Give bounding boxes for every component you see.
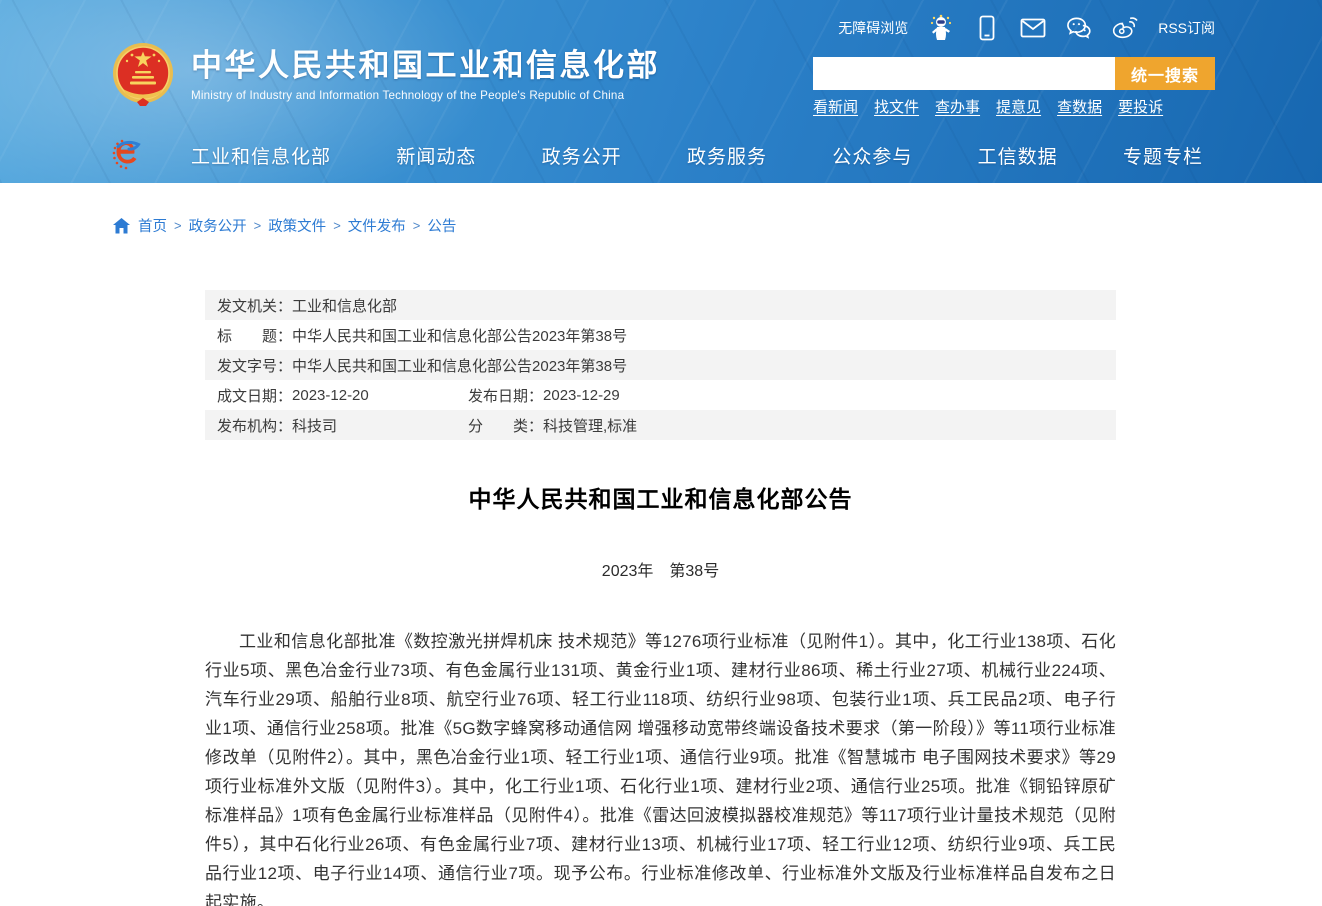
meta-label: 发文机关： [217,295,292,316]
quick-links: 看新闻 找文件 查办事 提意见 查数据 要投诉 [813,96,1163,117]
nav-item-topics[interactable]: 专题专栏 [1123,142,1203,169]
meta-row-issuing-authority: 发文机关： 工业和信息化部 [205,290,1116,320]
document-content: 发文机关： 工业和信息化部 标 题： 中华人民共和国工业和信息化部公告2023年… [205,290,1116,906]
nav-item-miit[interactable]: 工业和信息化部 [191,142,331,169]
wechat-icon[interactable] [1066,15,1092,41]
meta-label: 发布机构： [217,415,292,436]
breadcrumb-policy-files[interactable]: 政策文件 [268,215,326,236]
meta-label: 成文日期： [217,385,292,406]
meta-cell-category: 分 类： 科技管理,标准 [468,415,637,436]
rss-link[interactable]: RSS订阅 [1158,18,1215,38]
meta-value: 中华人民共和国工业和信息化部公告2023年第38号 [292,325,627,346]
meta-cell: 发文字号： 中华人民共和国工业和信息化部公告2023年第38号 [217,355,627,376]
breadcrumb: 首页 > 政务公开 > 政策文件 > 文件发布 > 公告 [113,215,456,236]
meta-value: 2023-12-29 [543,387,620,404]
breadcrumb-home[interactable]: 首页 [138,215,167,236]
meta-row-doc-number: 发文字号： 中华人民共和国工业和信息化部公告2023年第38号 [205,350,1116,380]
search-input[interactable] [813,57,1115,90]
announcement-issue-number: 2023年 第38号 [205,557,1116,581]
breadcrumb-separator: > [413,218,421,233]
search-box: 统一搜索 [813,57,1215,90]
meta-cell-agency: 发布机构： 科技司 [217,415,468,436]
quicklink-services[interactable]: 查办事 [935,96,980,117]
quicklink-feedback[interactable]: 提意见 [996,96,1041,117]
meta-value: 科技司 [292,415,337,436]
quicklink-data[interactable]: 查数据 [1057,96,1102,117]
nav-items: 工业和信息化部 新闻动态 政务公开 政务服务 公众参与 工信数据 专题专栏 [191,142,1211,169]
meta-cell-written-date: 成文日期： 2023-12-20 [217,385,468,406]
meta-label: 标 题： [217,325,292,346]
breadcrumb-current-announcement: 公告 [427,215,456,236]
site-title-en: Ministry of Industry and Information Tec… [191,89,660,102]
weibo-icon[interactable] [1112,15,1138,41]
breadcrumb-separator: > [254,218,262,233]
meta-label: 分 类： [468,415,543,436]
breadcrumb-gov-info[interactable]: 政务公开 [189,215,247,236]
site-brand[interactable]: 中华人民共和国工业和信息化部 Ministry of Industry and … [111,42,660,108]
national-emblem-icon [111,42,175,108]
meta-cell-publish-date: 发布日期： 2023-12-29 [468,385,620,406]
main-nav: 工业和信息化部 新闻动态 政务公开 政务服务 公众参与 工信数据 专题专栏 [111,130,1211,180]
meta-value: 2023-12-20 [292,387,369,404]
site-header: 无障碍浏览 [0,0,1322,183]
miit-e-logo-icon [111,138,141,172]
meta-cell: 标 题： 中华人民共和国工业和信息化部公告2023年第38号 [217,325,627,346]
accessibility-link[interactable]: 无障碍浏览 [838,18,908,38]
meta-value: 工业和信息化部 [292,295,397,316]
announcement-title: 中华人民共和国工业和信息化部公告 [205,480,1116,514]
announcement-body: 工业和信息化部批准《数控激光拼焊机床 技术规范》等1276项行业标准（见附件1）… [205,627,1116,906]
site-title-cn: 中华人民共和国工业和信息化部 [191,49,660,83]
quicklink-news[interactable]: 看新闻 [813,96,858,117]
mobile-icon[interactable] [974,15,1000,41]
meta-row-title: 标 题： 中华人民共和国工业和信息化部公告2023年第38号 [205,320,1116,350]
unified-search-button[interactable]: 统一搜索 [1115,57,1215,90]
robot-mascot-icon[interactable] [928,15,954,41]
meta-label: 发布日期： [468,385,543,406]
body-paragraph: 工业和信息化部批准《数控激光拼焊机床 技术规范》等1276项行业标准（见附件1）… [205,627,1116,906]
meta-row-dates: 成文日期： 2023-12-20 发布日期： 2023-12-29 [205,380,1116,410]
breadcrumb-separator: > [174,218,182,233]
meta-label: 发文字号： [217,355,292,376]
meta-cell: 发文机关： 工业和信息化部 [217,295,397,316]
document-meta-table: 发文机关： 工业和信息化部 标 题： 中华人民共和国工业和信息化部公告2023年… [205,290,1116,440]
nav-item-gov-info[interactable]: 政务公开 [542,142,622,169]
quicklink-complaint[interactable]: 要投诉 [1118,96,1163,117]
nav-item-participation[interactable]: 公众参与 [832,142,912,169]
home-icon [113,218,130,234]
meta-row-agency-category: 发布机构： 科技司 分 类： 科技管理,标准 [205,410,1116,440]
site-title-block: 中华人民共和国工业和信息化部 Ministry of Industry and … [191,49,660,102]
miit-page: 无障碍浏览 [0,0,1322,906]
breadcrumb-file-release[interactable]: 文件发布 [348,215,406,236]
breadcrumb-separator: > [333,218,341,233]
nav-item-gov-service[interactable]: 政务服务 [687,142,767,169]
nav-item-data[interactable]: 工信数据 [978,142,1058,169]
meta-value: 中华人民共和国工业和信息化部公告2023年第38号 [292,355,627,376]
mail-icon[interactable] [1020,15,1046,41]
nav-item-news[interactable]: 新闻动态 [396,142,476,169]
meta-value: 科技管理,标准 [543,415,637,436]
quicklink-documents[interactable]: 找文件 [874,96,919,117]
